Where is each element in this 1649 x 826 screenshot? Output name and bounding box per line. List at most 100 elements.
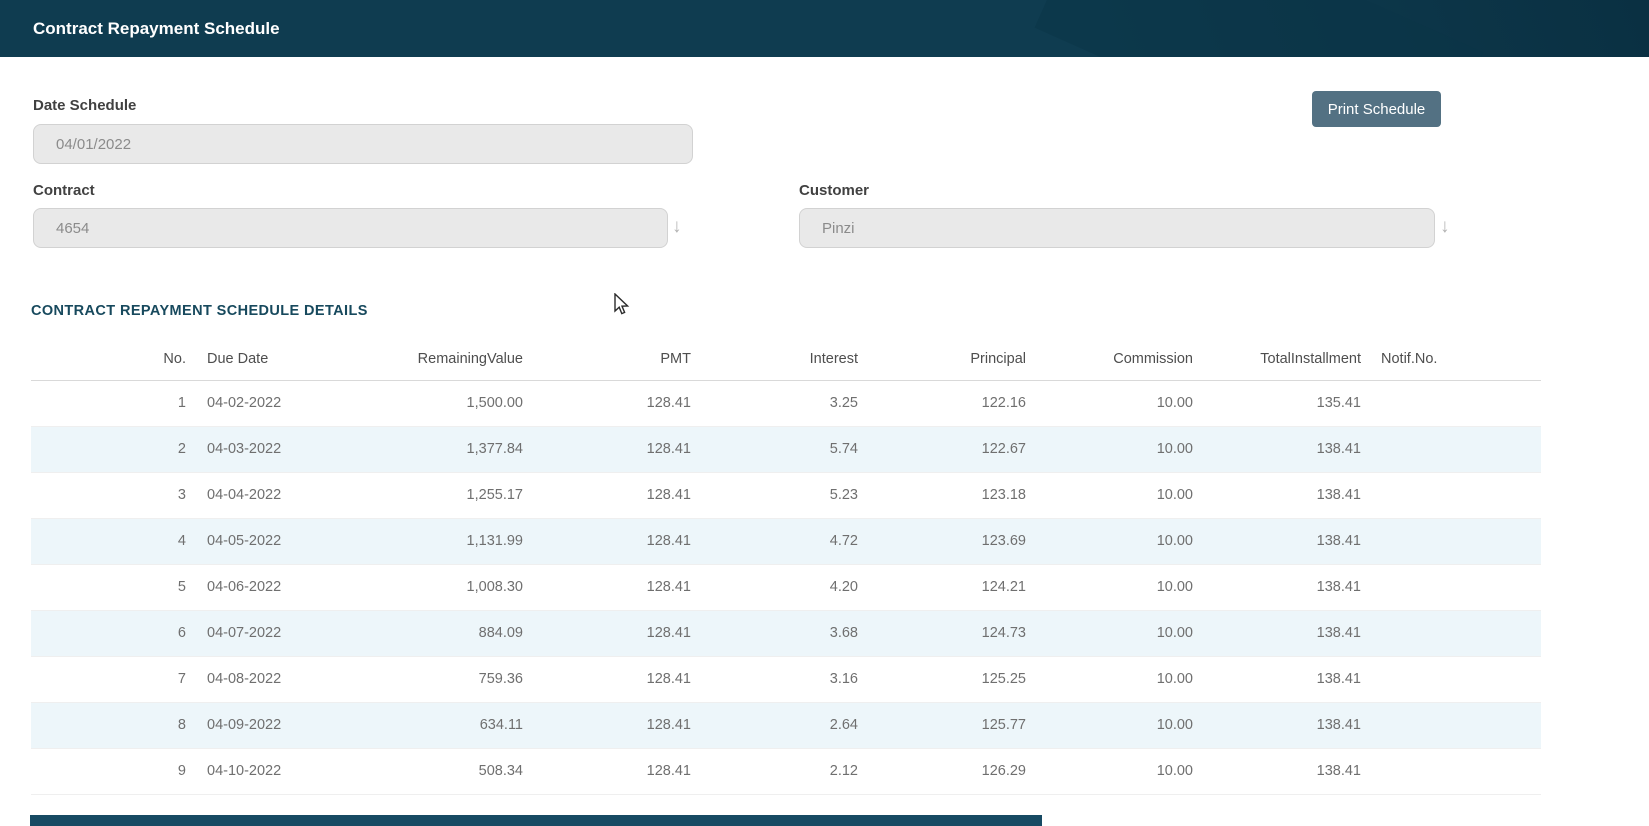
app-header: Contract Repayment Schedule <box>0 0 1649 57</box>
column-header: PMT <box>523 338 691 380</box>
table-cell: 124.73 <box>858 610 1026 656</box>
date-schedule-label: Date Schedule <box>33 97 136 114</box>
table-cell: 1,500.00 <box>356 380 523 426</box>
page: Contract Repayment Schedule Print Schedu… <box>0 0 1649 826</box>
table-cell: 04-02-2022 <box>186 380 356 426</box>
details-section-title: CONTRACT REPAYMENT SCHEDULE DETAILS <box>31 303 368 319</box>
table-cell: 138.41 <box>1193 610 1361 656</box>
table-cell: 128.41 <box>523 472 691 518</box>
table-cell: 123.18 <box>858 472 1026 518</box>
table-cell: 138.41 <box>1193 564 1361 610</box>
table-cell: 9 <box>31 748 186 794</box>
table-cell: 3 <box>31 472 186 518</box>
column-header: Interest <box>691 338 858 380</box>
table-cell <box>1361 656 1541 702</box>
table-row: 504-06-20221,008.30128.414.20124.2110.00… <box>31 564 1541 610</box>
table-cell <box>1361 702 1541 748</box>
table-cell <box>1361 748 1541 794</box>
table-cell: 138.41 <box>1193 702 1361 748</box>
table-cell: 128.41 <box>523 702 691 748</box>
table-cell: 10.00 <box>1026 472 1193 518</box>
table-cell: 135.41 <box>1193 380 1361 426</box>
customer-dropdown-arrow-icon[interactable]: ↓ <box>1440 217 1450 236</box>
table-cell: 1,008.30 <box>356 564 523 610</box>
column-header: TotalInstallment <box>1193 338 1361 380</box>
table-row: 904-10-2022508.34128.412.12126.2910.0013… <box>31 748 1541 794</box>
table-cell: 10.00 <box>1026 426 1193 472</box>
table-cell: 128.41 <box>523 748 691 794</box>
table-cell: 128.41 <box>523 564 691 610</box>
table-cell: 10.00 <box>1026 748 1193 794</box>
table-cell: 7 <box>31 656 186 702</box>
table-cell: 8 <box>31 702 186 748</box>
table-cell: 508.34 <box>356 748 523 794</box>
bottom-partial-bar <box>30 815 1042 826</box>
table-cell: 10.00 <box>1026 518 1193 564</box>
table-cell: 10.00 <box>1026 610 1193 656</box>
table-cell: 125.25 <box>858 656 1026 702</box>
table-cell: 1 <box>31 380 186 426</box>
table-row: 704-08-2022759.36128.413.16125.2510.0013… <box>31 656 1541 702</box>
contract-label: Contract <box>33 182 95 199</box>
table-header-row: No.Due DateRemainingValuePMTInterestPrin… <box>31 338 1541 380</box>
table-row: 604-07-2022884.09128.413.68124.7310.0013… <box>31 610 1541 656</box>
column-header: No. <box>31 338 186 380</box>
table-cell <box>1361 518 1541 564</box>
table-cell: 5.74 <box>691 426 858 472</box>
table-cell: 138.41 <box>1193 472 1361 518</box>
column-header: Notif.No. <box>1361 338 1541 380</box>
table-cell: 138.41 <box>1193 656 1361 702</box>
table-cell: 126.29 <box>858 748 1026 794</box>
table-cell: 138.41 <box>1193 748 1361 794</box>
table-cell: 4 <box>31 518 186 564</box>
table-cell: 3.16 <box>691 656 858 702</box>
table-cell: 128.41 <box>523 426 691 472</box>
repayment-schedule-table: No.Due DateRemainingValuePMTInterestPrin… <box>31 338 1541 795</box>
table-cell: 3.25 <box>691 380 858 426</box>
customer-input[interactable] <box>799 208 1435 248</box>
print-schedule-button[interactable]: Print Schedule <box>1312 91 1441 127</box>
table-cell: 5 <box>31 564 186 610</box>
mouse-cursor <box>612 293 632 317</box>
table-cell: 128.41 <box>523 518 691 564</box>
column-header: RemainingValue <box>356 338 523 380</box>
column-header: Principal <box>858 338 1026 380</box>
table-cell: 04-06-2022 <box>186 564 356 610</box>
table-cell: 2.64 <box>691 702 858 748</box>
page-title: Contract Repayment Schedule <box>33 19 280 39</box>
date-schedule-input[interactable] <box>33 124 693 164</box>
table-cell: 5.23 <box>691 472 858 518</box>
table-cell: 884.09 <box>356 610 523 656</box>
table-cell: 122.16 <box>858 380 1026 426</box>
table-cell: 04-07-2022 <box>186 610 356 656</box>
table-cell: 138.41 <box>1193 518 1361 564</box>
table-cell: 125.77 <box>858 702 1026 748</box>
table-cell: 04-09-2022 <box>186 702 356 748</box>
contract-dropdown-arrow-icon[interactable]: ↓ <box>672 217 682 236</box>
customer-label: Customer <box>799 182 869 199</box>
table-cell: 04-08-2022 <box>186 656 356 702</box>
table-row: 104-02-20221,500.00128.413.25122.1610.00… <box>31 380 1541 426</box>
table-cell: 1,377.84 <box>356 426 523 472</box>
contract-input[interactable] <box>33 208 668 248</box>
table-cell: 10.00 <box>1026 702 1193 748</box>
table-row: 204-03-20221,377.84128.415.74122.6710.00… <box>31 426 1541 472</box>
table-cell: 634.11 <box>356 702 523 748</box>
table-cell: 122.67 <box>858 426 1026 472</box>
table-cell: 1,131.99 <box>356 518 523 564</box>
column-header: Due Date <box>186 338 356 380</box>
table-cell: 2.12 <box>691 748 858 794</box>
table-cell: 04-04-2022 <box>186 472 356 518</box>
table-cell: 10.00 <box>1026 656 1193 702</box>
table-cell: 4.20 <box>691 564 858 610</box>
table-cell: 138.41 <box>1193 426 1361 472</box>
table-cell: 04-10-2022 <box>186 748 356 794</box>
table-cell: 2 <box>31 426 186 472</box>
table-cell <box>1361 564 1541 610</box>
table-cell <box>1361 472 1541 518</box>
table-cell <box>1361 426 1541 472</box>
table-cell: 123.69 <box>858 518 1026 564</box>
table-cell: 759.36 <box>356 656 523 702</box>
table-row: 804-09-2022634.11128.412.64125.7710.0013… <box>31 702 1541 748</box>
table-cell: 4.72 <box>691 518 858 564</box>
